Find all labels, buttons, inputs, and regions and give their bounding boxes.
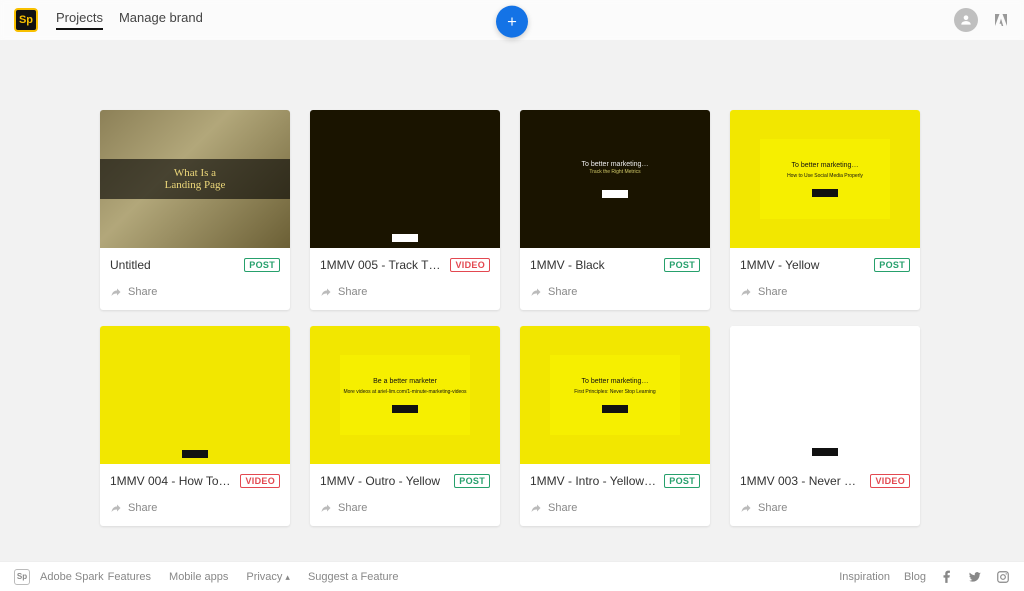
footer-link-privacy[interactable]: Privacy [246, 571, 290, 583]
thumb-heading: To better marketing… [792, 162, 859, 169]
share-label: Share [128, 286, 157, 298]
twitter-icon[interactable] [968, 570, 982, 584]
project-title: 1MMV - Intro - Yellow… [530, 474, 656, 488]
thumb-heading: What Is a Landing Page [100, 167, 290, 191]
thumb-heading: To better marketing… [582, 160, 649, 170]
share-label: Share [758, 502, 787, 514]
thumb-heading: Be a better marketer [373, 378, 437, 385]
thumb-heading: To better marketing… [582, 378, 649, 385]
thumb-logo [812, 189, 838, 197]
share-label: Share [338, 286, 367, 298]
nav-link-projects[interactable]: Projects [56, 10, 103, 30]
share-label: Share [548, 286, 577, 298]
project-thumbnail: To better marketing… How to Use Social M… [730, 110, 920, 248]
adobe-icon[interactable] [992, 11, 1010, 29]
project-card[interactable]: To better marketing… Track the Right Met… [520, 110, 710, 310]
footer-logo[interactable]: Sp [14, 569, 30, 585]
badge-post: POST [874, 258, 910, 272]
projects-content: What Is a Landing Page Untitled POST Sha… [0, 40, 1024, 526]
project-card[interactable]: 1MMV 004 - How To Use… VIDEO Share [100, 326, 290, 526]
project-title: 1MMV - Black [530, 258, 656, 272]
share-button[interactable]: Share [100, 276, 290, 310]
thumb-logo [602, 190, 628, 198]
footer-link-blog[interactable]: Blog [904, 571, 926, 583]
project-card[interactable]: 1MMV 003 - Never Stop… VIDEO Share [730, 326, 920, 526]
thumb-subheading: First Principles: Never Stop Learning [574, 389, 655, 395]
share-icon [320, 502, 332, 514]
share-button[interactable]: Share [520, 276, 710, 310]
thumb-logo [182, 450, 208, 458]
nav-link-manage-brand[interactable]: Manage brand [119, 10, 203, 30]
projects-grid: What Is a Landing Page Untitled POST Sha… [100, 110, 924, 526]
thumb-subheading: How to Use Social Media Properly [787, 173, 863, 179]
nav-links: Projects Manage brand [56, 10, 203, 30]
badge-post: POST [664, 258, 700, 272]
share-icon [110, 502, 122, 514]
user-avatar[interactable] [954, 8, 978, 32]
project-card[interactable]: What Is a Landing Page Untitled POST Sha… [100, 110, 290, 310]
thumb-subheading: More videos at ariel-lim.com/1-minute-ma… [343, 389, 466, 395]
add-project-button[interactable] [496, 6, 528, 38]
share-button[interactable]: Share [310, 492, 500, 526]
share-label: Share [758, 286, 787, 298]
badge-video: VIDEO [240, 474, 280, 488]
top-nav: Sp Projects Manage brand [0, 0, 1024, 40]
footer: Sp Adobe Spark Features Mobile apps Priv… [0, 561, 1024, 591]
badge-post: POST [244, 258, 280, 272]
project-thumbnail: What Is a Landing Page [100, 110, 290, 248]
project-thumbnail [310, 110, 500, 248]
thumb-logo [812, 448, 838, 456]
thumb-logo [392, 234, 418, 242]
thumb-logo [392, 405, 418, 413]
project-thumbnail: Be a better marketer More videos at arie… [310, 326, 500, 464]
badge-post: POST [664, 474, 700, 488]
app-logo[interactable]: Sp [14, 8, 38, 32]
project-title: 1MMV 003 - Never Stop… [740, 474, 862, 488]
share-button[interactable]: Share [520, 492, 710, 526]
user-icon [959, 13, 973, 27]
project-card[interactable]: 1MMV 005 - Track The… VIDEO Share [310, 110, 500, 310]
project-title: 1MMV 004 - How To Use… [110, 474, 232, 488]
share-icon [530, 502, 542, 514]
project-thumbnail [100, 326, 290, 464]
project-title: 1MMV - Yellow [740, 258, 866, 272]
facebook-icon[interactable] [940, 570, 954, 584]
project-card[interactable]: Be a better marketer More videos at arie… [310, 326, 500, 526]
project-thumbnail: To better marketing… First Principles: N… [520, 326, 710, 464]
share-icon [740, 502, 752, 514]
badge-post: POST [454, 474, 490, 488]
share-label: Share [338, 502, 367, 514]
project-title: 1MMV - Outro - Yellow [320, 474, 446, 488]
share-button[interactable]: Share [730, 276, 920, 310]
footer-brand: Adobe Spark [40, 571, 104, 583]
project-title: 1MMV 005 - Track The… [320, 258, 442, 272]
plus-icon [505, 15, 519, 29]
badge-video: VIDEO [450, 258, 490, 272]
instagram-icon[interactable] [996, 570, 1010, 584]
share-icon [110, 286, 122, 298]
footer-link-mobile-apps[interactable]: Mobile apps [169, 571, 228, 583]
share-icon [740, 286, 752, 298]
share-label: Share [548, 502, 577, 514]
share-button[interactable]: Share [310, 276, 500, 310]
share-button[interactable]: Share [730, 492, 920, 526]
footer-link-features[interactable]: Features [108, 571, 151, 583]
badge-video: VIDEO [870, 474, 910, 488]
share-icon [530, 286, 542, 298]
project-title: Untitled [110, 258, 236, 272]
project-thumbnail: To better marketing… Track the Right Met… [520, 110, 710, 248]
share-button[interactable]: Share [100, 492, 290, 526]
project-card[interactable]: To better marketing… How to Use Social M… [730, 110, 920, 310]
project-card[interactable]: To better marketing… First Principles: N… [520, 326, 710, 526]
thumb-subheading: Track the Right Metrics [582, 169, 649, 176]
project-thumbnail [730, 326, 920, 464]
footer-link-inspiration[interactable]: Inspiration [839, 571, 890, 583]
share-icon [320, 286, 332, 298]
thumb-logo [602, 405, 628, 413]
share-label: Share [128, 502, 157, 514]
footer-link-suggest[interactable]: Suggest a Feature [308, 571, 399, 583]
